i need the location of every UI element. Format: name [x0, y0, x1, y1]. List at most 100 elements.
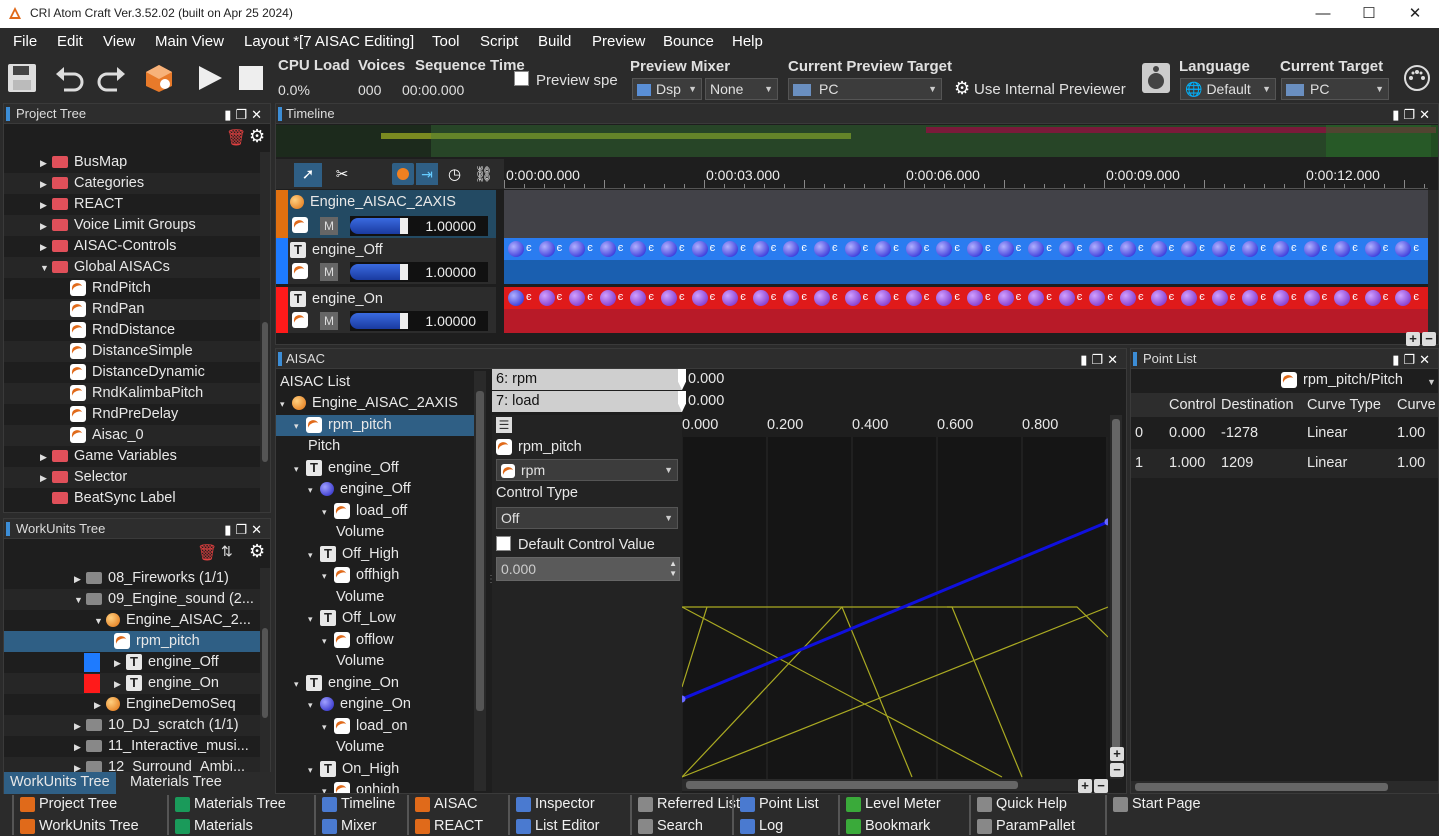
maximize-button[interactable]: ☐ [1346, 0, 1392, 28]
aisac-list-item[interactable]: ▾ load_on [276, 716, 474, 737]
dock-item[interactable]: Bookmark [846, 818, 930, 834]
chevron-right-icon[interactable]: ▶ [40, 237, 52, 258]
dock-item[interactable]: Point List [740, 796, 819, 812]
menu-build[interactable]: Build [538, 33, 571, 50]
chevron-right-icon[interactable]: ▶ [74, 569, 86, 590]
column-header[interactable]: Control [1169, 397, 1216, 413]
volume-handle[interactable] [400, 218, 408, 234]
aisac-list-item[interactable]: ▾ Engine_AISAC_2AXIS [276, 393, 474, 414]
dock-item[interactable]: WorkUnits Tree [20, 818, 139, 834]
project-tree-item[interactable]: ▶ Voice Limit Groups [4, 215, 260, 236]
waveform-clip[interactable] [1273, 241, 1289, 257]
dock-item[interactable]: List Editor [516, 818, 599, 834]
waveform-clip[interactable] [508, 290, 524, 306]
menu-bounce[interactable]: Bounce [663, 33, 714, 50]
menu-help[interactable]: Help [732, 33, 763, 50]
chevron-right-icon[interactable]: ▶ [40, 447, 52, 468]
waveform-clip[interactable] [814, 241, 830, 257]
chevron-down-icon[interactable]: ▼ [40, 258, 52, 279]
chevron-right-icon[interactable]: ▶ [40, 468, 52, 489]
waveform-clip[interactable] [1364, 290, 1381, 306]
aisac-list-item[interactable]: Pitch [276, 436, 474, 457]
project-tree-item[interactable]: ▶ BusMap [4, 152, 260, 173]
project-tree-item[interactable]: DistanceDynamic [4, 362, 260, 383]
sort-icon[interactable]: ⇅ [221, 543, 233, 560]
dock-item[interactable]: ParamPallet [977, 818, 1075, 834]
aisac-list-item[interactable]: ▾ rpm_pitch [276, 414, 474, 437]
waveform-clip[interactable] [691, 241, 708, 257]
waveform-clip[interactable] [691, 290, 708, 306]
waveform-clip[interactable] [997, 241, 1014, 257]
gear-icon[interactable]: ⚙ [249, 126, 265, 147]
volume-handle[interactable] [400, 264, 408, 280]
project-tree-item[interactable]: RndPreDelay [4, 404, 260, 425]
chevron-down-icon[interactable]: ▾ [322, 631, 334, 652]
panel-buttons[interactable]: ▮❐✕ [1392, 350, 1434, 370]
dock-item[interactable]: Quick Help [977, 796, 1067, 812]
dock-item[interactable]: Log [740, 818, 783, 834]
chevron-down-icon[interactable]: ▾ [308, 480, 320, 501]
project-tree-item[interactable]: RndKalimbaPitch [4, 383, 260, 404]
waveform-clip[interactable] [661, 290, 677, 306]
mixer-dsp-select[interactable]: Dsp ▼ [632, 78, 702, 100]
menu-tool[interactable]: Tool [432, 33, 460, 50]
aisac-list-item[interactable]: ▾ T Off_High [276, 544, 474, 565]
timeline-overview[interactable] [276, 125, 1438, 157]
aisac-icon[interactable] [292, 263, 308, 279]
workunits-tree-item[interactable]: ▶ Tengine_Off [4, 652, 260, 673]
workunits-tree-item[interactable]: ▶ 08_Fireworks (1/1) [4, 568, 260, 589]
aisac-list-item[interactable]: ▾ onhigh [276, 780, 474, 793]
waveform-clip[interactable] [844, 241, 861, 257]
menu-edit[interactable]: Edit [57, 33, 83, 50]
aisac-list-item[interactable]: Volume [276, 737, 474, 758]
mute-button[interactable]: M [320, 312, 338, 330]
workunits-tree-item[interactable]: rpm_pitch [4, 631, 260, 652]
aisac-graph[interactable] [682, 437, 1108, 779]
graph-vscroll[interactable] [1110, 415, 1122, 779]
volume-slider[interactable]: 1.00000 [350, 216, 488, 236]
aisac-list-item[interactable]: ▾ engine_On [276, 694, 474, 715]
zoom-in-button[interactable]: + [1406, 332, 1420, 346]
waveform-clip[interactable] [997, 290, 1014, 306]
aisac-icon[interactable] [292, 312, 308, 328]
waveform-clip[interactable] [1058, 290, 1075, 306]
clock-icon[interactable]: ◷ [448, 165, 461, 183]
track-header[interactable]: Tengine_Off M 1.00000 [276, 238, 496, 284]
chevron-right-icon[interactable]: ▶ [40, 174, 52, 195]
table-row[interactable]: 1 1.000 1209 Linear 1.00 [1131, 449, 1438, 478]
chevron-down-icon[interactable]: ▾ [294, 416, 306, 437]
aisac-list-item[interactable]: ▾ Tengine_Off [276, 458, 474, 479]
splitter-grip[interactable]: ⋮ [486, 574, 496, 594]
waveform-clip[interactable] [1120, 241, 1136, 257]
dock-item[interactable]: Level Meter [846, 796, 941, 812]
project-tree-item[interactable]: BeatSync Label [4, 488, 260, 509]
tab-materials-tree[interactable]: Materials Tree [124, 772, 228, 794]
aisac-list-item[interactable]: ▾ offlow [276, 630, 474, 651]
column-header[interactable]: Curve Type [1307, 397, 1381, 413]
volume-slider[interactable]: 1.00000 [350, 311, 488, 331]
aisac-control-select[interactable]: rpm ▼ [496, 459, 678, 481]
waveform-clip[interactable] [1303, 241, 1320, 257]
aisac-control-slider[interactable]: 7: load 0.000 [492, 391, 1112, 412]
waveform-clip[interactable] [508, 241, 524, 257]
dock-item[interactable]: Materials [175, 818, 253, 834]
chevron-right-icon[interactable]: ▶ [114, 653, 126, 674]
play-icon[interactable] [196, 64, 224, 92]
aisac-list-item[interactable]: Volume [276, 587, 474, 608]
menu-view[interactable]: View [103, 33, 135, 50]
aisac-list-scrollbar[interactable] [474, 371, 486, 791]
undo-icon[interactable] [54, 64, 86, 92]
timeline-ruler[interactable]: 0:00:00.000 0:00:03.000 0:00:06.000 0:00:09… [504, 159, 1428, 189]
point-list-hscroll[interactable] [1131, 781, 1438, 793]
dock-item[interactable]: Inspector [516, 796, 595, 812]
waveform-clip[interactable] [599, 290, 616, 306]
chevron-down-icon[interactable]: ▾ [308, 609, 320, 630]
minimize-button[interactable]: — [1300, 0, 1346, 28]
graph-zoom-in-button[interactable]: + [1110, 747, 1124, 761]
gear-icon[interactable]: ⚙ [249, 541, 265, 562]
graph-hzoom-out-button[interactable]: − [1094, 779, 1108, 793]
dock-item[interactable]: Mixer [322, 818, 376, 834]
waveform-clip[interactable] [752, 241, 769, 257]
volume-slider[interactable]: 1.00000 [350, 262, 488, 282]
aisac-list-item[interactable]: ▾ offhigh [276, 565, 474, 586]
